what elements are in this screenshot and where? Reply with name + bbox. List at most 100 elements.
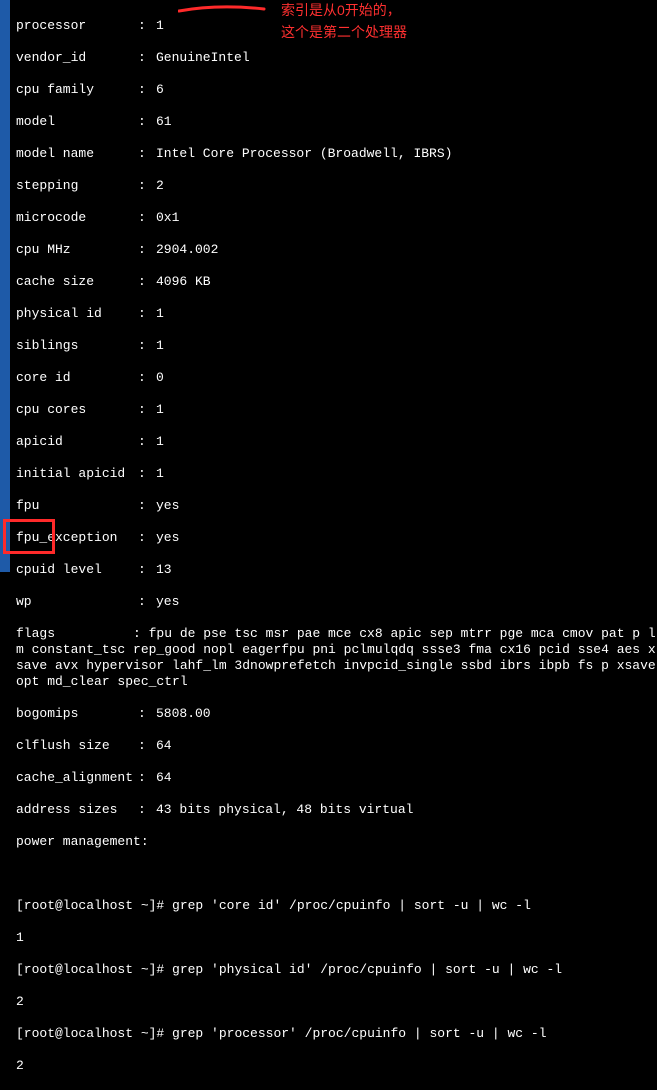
cpuinfo-row: apicid: 1 xyxy=(16,434,657,450)
colon: : xyxy=(138,802,156,818)
cpuinfo-row: fpu: yes xyxy=(16,498,657,514)
shell-prompt: [root@localhost ~]# xyxy=(16,1026,172,1041)
cpuinfo-row: physical id: 1 xyxy=(16,306,657,322)
colon: : xyxy=(138,242,156,258)
cpuinfo-row: bogomips: 5808.00 xyxy=(16,706,657,722)
colon: : xyxy=(138,530,156,546)
command-output: 1 xyxy=(16,930,657,946)
annotation-underline-icon xyxy=(178,5,266,15)
colon: : xyxy=(138,274,156,290)
cpuinfo-val: 5808.00 xyxy=(156,706,211,721)
cpuinfo-val: 4096 KB xyxy=(156,274,211,289)
colon: : xyxy=(138,338,156,354)
colon: : xyxy=(138,82,156,98)
cpuinfo-key: vendor_id xyxy=(16,50,138,66)
cpuinfo-val: 2 xyxy=(156,178,164,193)
annotation-text-2: 这个是第二个处理器 xyxy=(281,22,407,42)
command-line: [root@localhost ~]# grep 'processor' /pr… xyxy=(16,1026,657,1042)
shell-prompt: [root@localhost ~]# xyxy=(16,962,172,977)
colon: : xyxy=(138,770,156,786)
cpuinfo-row: fpu_exception: yes xyxy=(16,530,657,546)
annotation-highlight-box xyxy=(3,519,55,554)
colon: : xyxy=(138,434,156,450)
colon: : xyxy=(138,18,156,34)
cpuinfo-key: cpu MHz xyxy=(16,242,138,258)
cpuinfo-row: cpu MHz: 2904.002 xyxy=(16,242,657,258)
cpuinfo-row: microcode: 0x1 xyxy=(16,210,657,226)
cpuinfo-val: GenuineIntel xyxy=(156,50,250,65)
cpuinfo-val: yes xyxy=(156,594,179,609)
command-line: [root@localhost ~]# grep 'physical id' /… xyxy=(16,962,657,978)
cpuinfo-val: 0x1 xyxy=(156,210,179,225)
cpuinfo-val: 1 xyxy=(156,18,164,33)
cpuinfo-key: bogomips xyxy=(16,706,138,722)
cpuinfo-row: cache_alignment: 64 xyxy=(16,770,657,786)
command-output: 2 xyxy=(16,994,657,1010)
cpuinfo-val: 2904.002 xyxy=(156,242,218,257)
cpuinfo-val: 43 bits physical, 48 bits virtual xyxy=(156,802,413,817)
cpuinfo-val: 1 xyxy=(156,402,164,417)
command-text: grep 'processor' /proc/cpuinfo | sort -u… xyxy=(172,1026,546,1041)
colon: : xyxy=(138,370,156,386)
cpuinfo-val: 6 xyxy=(156,82,164,97)
cpuinfo-key: fpu xyxy=(16,498,138,514)
cpuinfo-row: model: 61 xyxy=(16,114,657,130)
cpuinfo-val: yes xyxy=(156,530,179,545)
cpuinfo-val: 61 xyxy=(156,114,172,129)
cpuinfo-val: 13 xyxy=(156,562,172,577)
cpuinfo-val: 1 xyxy=(156,434,164,449)
cpuinfo-row: clflush size: 64 xyxy=(16,738,657,754)
colon: : xyxy=(138,706,156,722)
cpuinfo-key: power management: xyxy=(16,834,149,849)
cpuinfo-key: wp xyxy=(16,594,138,610)
cpuinfo-key: core id xyxy=(16,370,138,386)
cpuinfo-key: cache_alignment xyxy=(16,770,138,786)
colon: : xyxy=(138,562,156,578)
cpuinfo-val: yes xyxy=(156,498,179,513)
cpuinfo-key: stepping xyxy=(16,178,138,194)
cpuinfo-val: 1 xyxy=(156,466,164,481)
cpuinfo-row: power management: xyxy=(16,834,657,850)
command-text: grep 'physical id' /proc/cpuinfo | sort … xyxy=(172,962,562,977)
terminal-output[interactable]: processor: 1 vendor_id: GenuineIntel cpu… xyxy=(10,0,657,572)
cpuinfo-flags-row: flags : fpu de pse tsc msr pae mce cx8 a… xyxy=(16,626,657,690)
cpuinfo-key: cpu cores xyxy=(16,402,138,418)
colon: : xyxy=(138,466,156,482)
colon: : xyxy=(138,178,156,194)
colon: : xyxy=(138,594,156,610)
colon: : xyxy=(138,498,156,514)
cpuinfo-key: microcode xyxy=(16,210,138,226)
cpuinfo-row: cpu family: 6 xyxy=(16,82,657,98)
cpuinfo-key: apicid xyxy=(16,434,138,450)
cpuinfo-row: model name: Intel Core Processor (Broadw… xyxy=(16,146,657,162)
cpuinfo-key: physical id xyxy=(16,306,138,322)
cpuinfo-key: cpuid level xyxy=(16,562,138,578)
cpuinfo-key: siblings xyxy=(16,338,138,354)
cpuinfo-val: 1 xyxy=(156,306,164,321)
blank-line xyxy=(16,866,657,882)
cpuinfo-val: 64 xyxy=(156,770,172,785)
window-sidebar xyxy=(0,0,10,572)
colon: : xyxy=(138,306,156,322)
colon: : xyxy=(138,738,156,754)
cpuinfo-key: model name xyxy=(16,146,138,162)
cpuinfo-row: address sizes: 43 bits physical, 48 bits… xyxy=(16,802,657,818)
cpuinfo-val: 0 xyxy=(156,370,164,385)
cpuinfo-val: 64 xyxy=(156,738,172,753)
cpuinfo-key: initial apicid xyxy=(16,466,138,482)
colon: : xyxy=(138,210,156,226)
cpuinfo-key: clflush size xyxy=(16,738,138,754)
cpuinfo-key: cache size xyxy=(16,274,138,290)
command-output: 2 xyxy=(16,1058,657,1074)
cpuinfo-key: address sizes xyxy=(16,802,138,818)
annotation-text-1: 索引是从0开始的， xyxy=(281,0,401,20)
colon: : xyxy=(138,146,156,162)
cpuinfo-key: cpu family xyxy=(16,82,138,98)
command-text: grep 'core id' /proc/cpuinfo | sort -u |… xyxy=(172,898,531,913)
colon: : xyxy=(138,402,156,418)
cpuinfo-row: stepping: 2 xyxy=(16,178,657,194)
cpuinfo-row: cpu cores: 1 xyxy=(16,402,657,418)
cpuinfo-key: processor xyxy=(16,18,138,34)
cpuinfo-row: cpuid level: 13 xyxy=(16,562,657,578)
cpuinfo-row: initial apicid: 1 xyxy=(16,466,657,482)
